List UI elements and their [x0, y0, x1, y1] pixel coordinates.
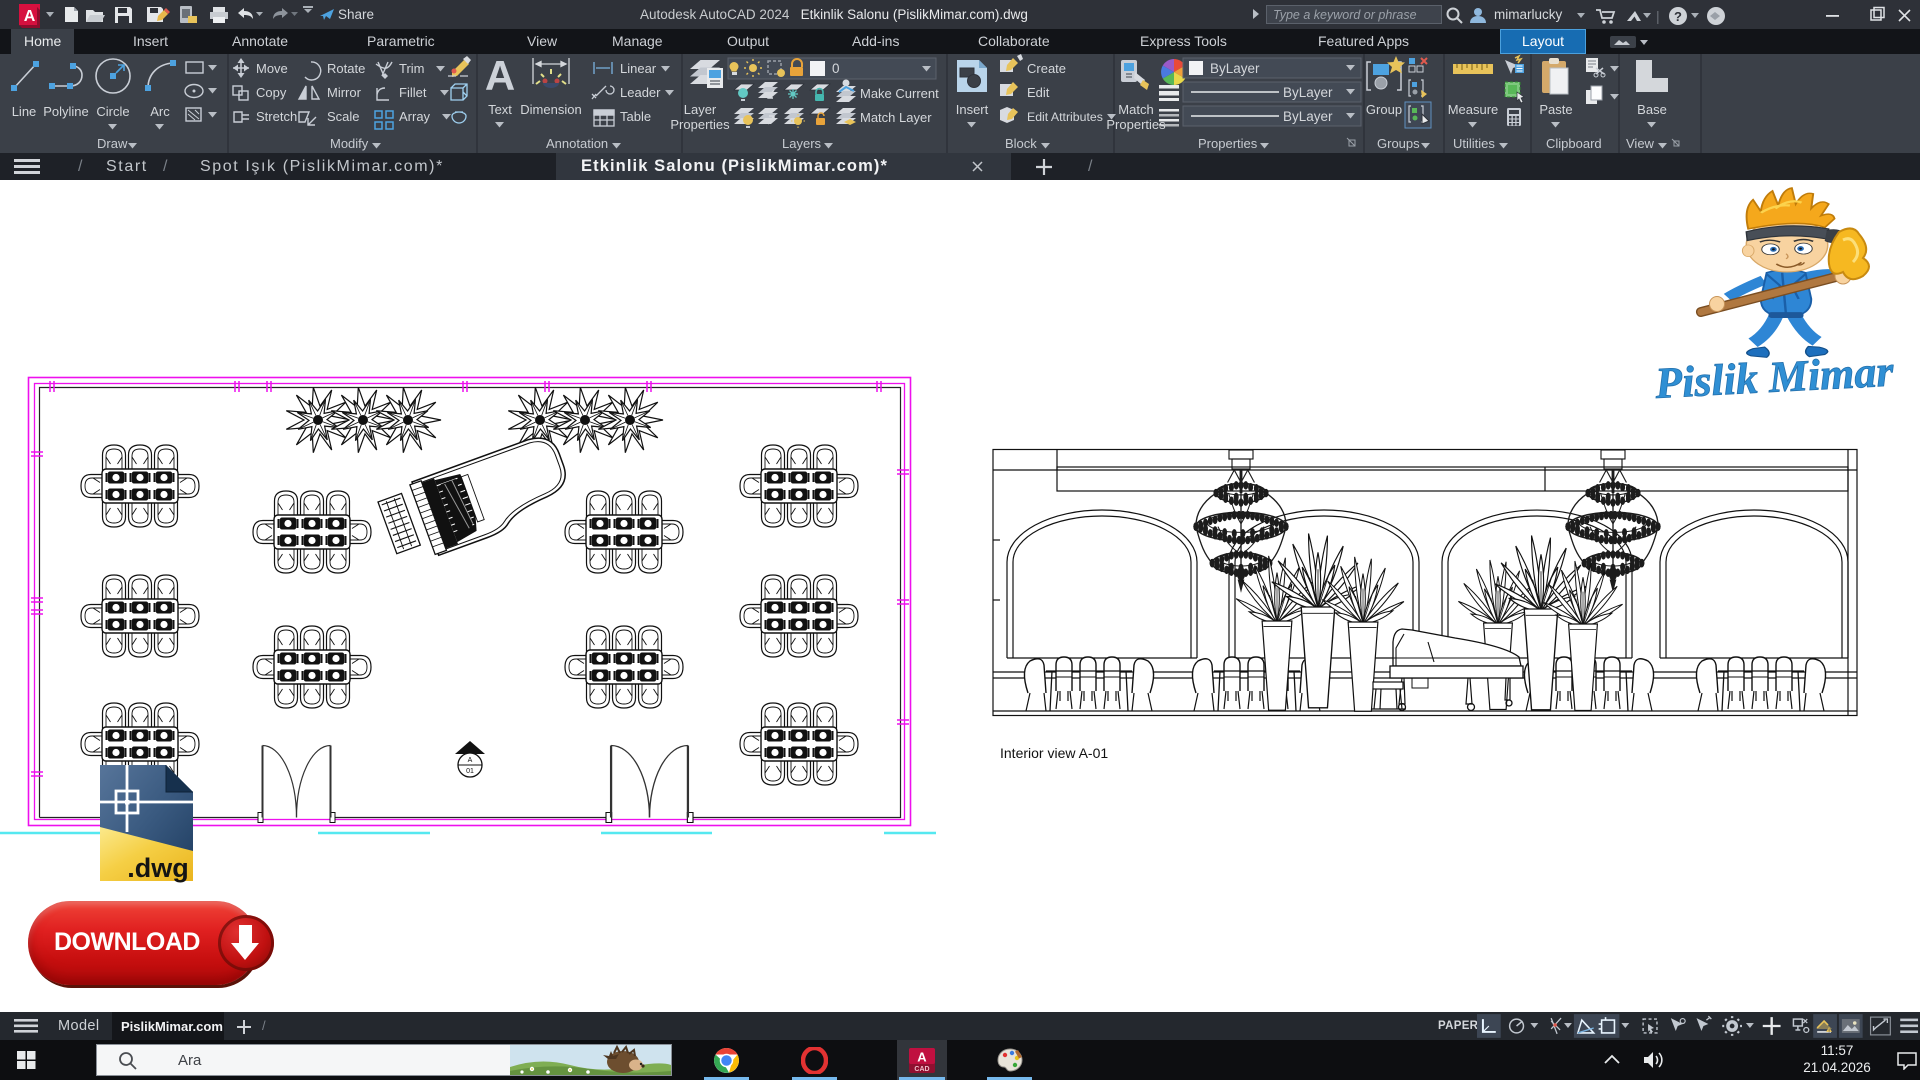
svg-text:.dwg: .dwg: [127, 853, 189, 883]
svg-text:Groups: Groups: [1377, 136, 1420, 151]
svg-text:Line: Line: [12, 104, 37, 119]
svg-text:Paste: Paste: [1539, 102, 1572, 117]
svg-text:Share: Share: [338, 7, 374, 22]
svg-text:Trim: Trim: [399, 61, 425, 76]
svg-text:Base: Base: [1637, 102, 1667, 117]
svg-text:Array: Array: [399, 109, 431, 124]
svg-text:Edit: Edit: [1027, 85, 1050, 100]
svg-text:Stretch: Stretch: [256, 109, 297, 124]
svg-text:Pislik Mimar: Pislik Mimar: [1653, 347, 1895, 409]
svg-text:A: A: [485, 54, 515, 99]
svg-text:Rotate: Rotate: [327, 61, 365, 76]
svg-text:mimarlucky: mimarlucky: [1494, 7, 1563, 22]
svg-text:Measure: Measure: [1448, 102, 1499, 117]
svg-text:Properties: Properties: [1198, 136, 1258, 151]
svg-text:View: View: [1626, 136, 1655, 151]
svg-text:Match: Match: [1118, 102, 1153, 117]
svg-text:Interior view A-01: Interior view A-01: [1000, 745, 1108, 761]
svg-text:Group: Group: [1366, 102, 1402, 117]
svg-text:0: 0: [832, 61, 840, 76]
svg-text:Insert: Insert: [956, 102, 989, 117]
svg-text:Dimension: Dimension: [520, 102, 581, 117]
svg-text:ByLayer: ByLayer: [1210, 61, 1260, 76]
svg-text:Utilities: Utilities: [1453, 136, 1495, 151]
svg-text:Fillet: Fillet: [399, 85, 427, 100]
svg-text:Layers: Layers: [782, 136, 822, 151]
svg-text:Match Layer: Match Layer: [860, 110, 932, 125]
svg-text:Polyline: Polyline: [43, 104, 89, 119]
svg-text:A: A: [468, 757, 473, 764]
svg-text:Circle: Circle: [96, 104, 129, 119]
svg-text:Annotation: Annotation: [546, 136, 608, 151]
svg-text:Scale: Scale: [327, 109, 360, 124]
svg-text:Arc: Arc: [150, 104, 170, 119]
svg-text:Clipboard: Clipboard: [1546, 136, 1602, 151]
svg-text:|: |: [1656, 8, 1660, 24]
svg-text:ByLayer: ByLayer: [1283, 85, 1333, 100]
svg-text:Copy: Copy: [256, 85, 287, 100]
svg-text:Properties: Properties: [670, 117, 730, 132]
svg-text:Block: Block: [1005, 136, 1037, 151]
svg-text:CAD: CAD: [914, 1066, 929, 1073]
svg-text:A: A: [917, 1050, 927, 1065]
svg-text:Draw: Draw: [97, 136, 128, 151]
svg-text:Make Current: Make Current: [860, 86, 939, 101]
svg-text:Linear: Linear: [620, 61, 657, 76]
svg-text:Table: Table: [620, 109, 651, 124]
svg-text:ByLayer: ByLayer: [1283, 109, 1333, 124]
svg-text:A: A: [24, 8, 36, 25]
svg-text:Layer: Layer: [684, 102, 717, 117]
svg-text:Properties: Properties: [1106, 117, 1166, 132]
svg-text:Modify: Modify: [330, 136, 369, 151]
svg-text:Move: Move: [256, 61, 288, 76]
svg-text:Create: Create: [1027, 61, 1066, 76]
svg-text:Edit Attributes: Edit Attributes: [1027, 110, 1103, 124]
svg-text:Leader: Leader: [620, 85, 661, 100]
svg-text:Mirror: Mirror: [327, 85, 362, 100]
svg-text:?: ?: [1674, 9, 1682, 24]
svg-text:Text: Text: [488, 102, 512, 117]
svg-text:01: 01: [466, 768, 474, 775]
